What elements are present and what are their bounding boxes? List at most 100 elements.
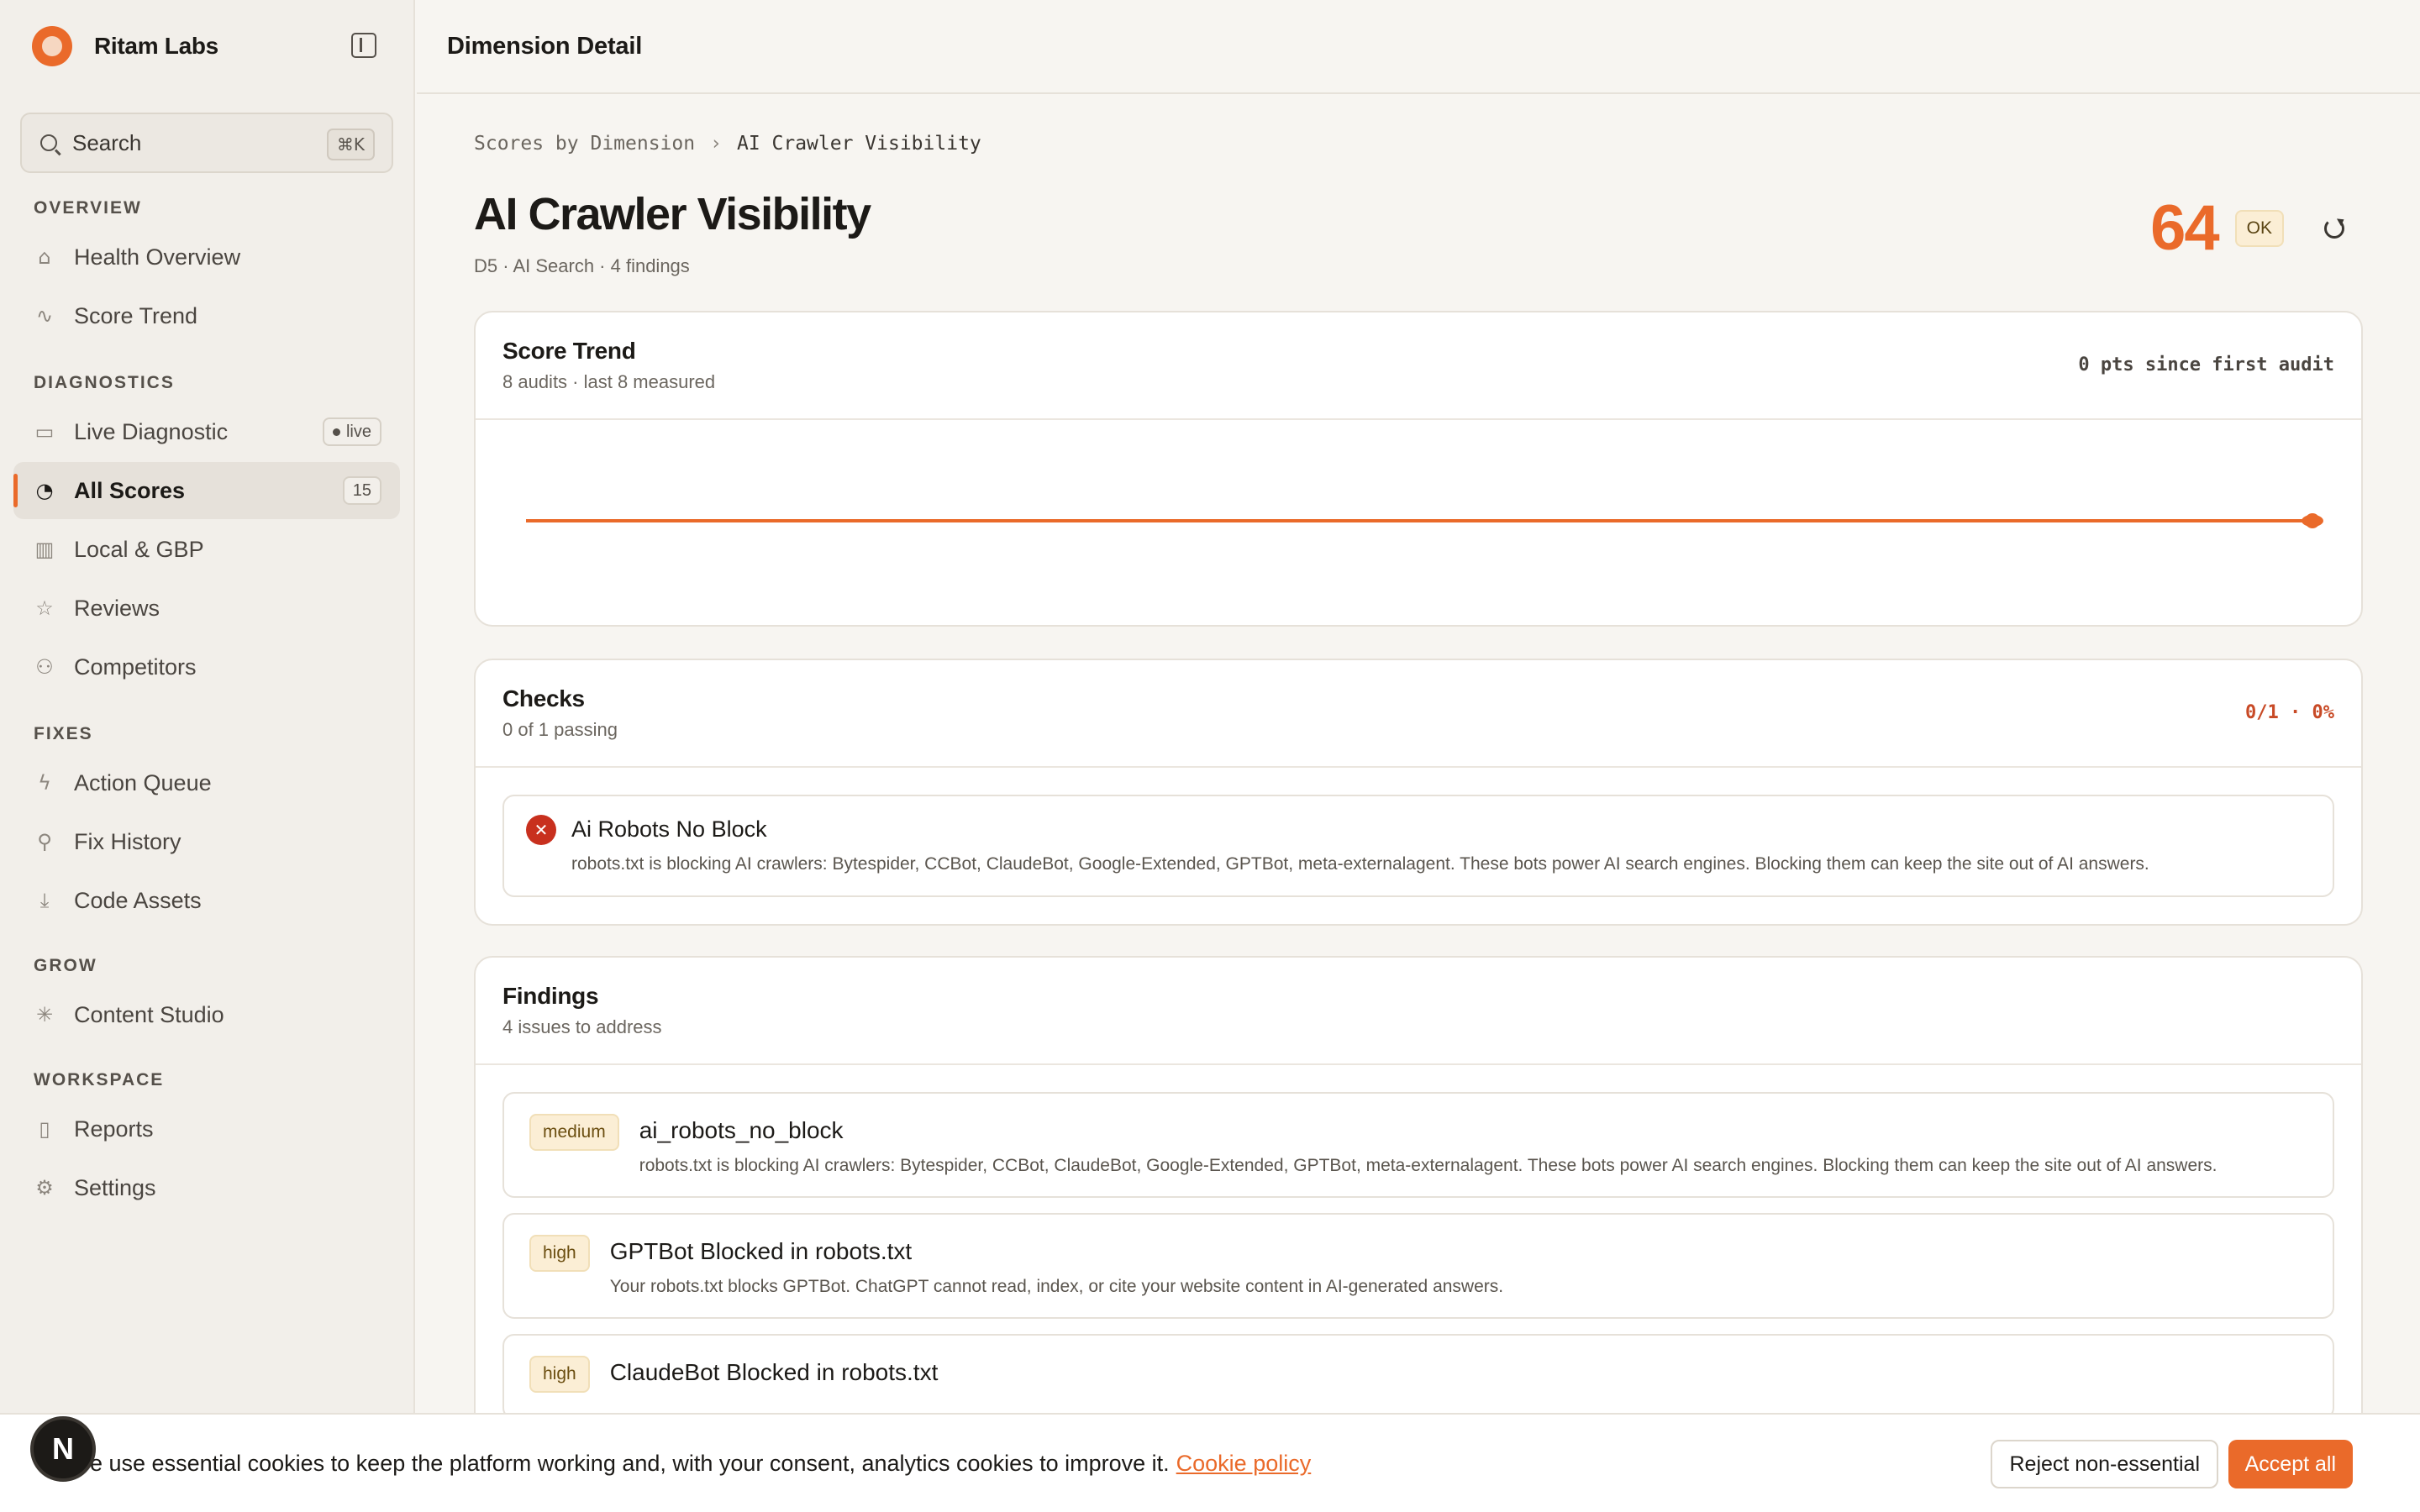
trend-latest-point — [2302, 515, 2323, 527]
sidebar-item-competitors[interactable]: ⚇ Competitors — [13, 638, 400, 696]
gauge-icon: ◔ — [35, 479, 54, 502]
severity-badge: high — [529, 1235, 590, 1272]
checks-subtitle: 0 of 1 passing — [502, 719, 618, 740]
brand-logo-icon — [32, 26, 72, 66]
sidebar-item-settings[interactable]: ⚙ Settings — [13, 1159, 400, 1216]
status-badge: OK — [2234, 209, 2284, 247]
sidebar-item-label: Local & GBP — [74, 536, 204, 562]
accept-all-button[interactable]: Accept all — [2228, 1440, 2353, 1488]
sidebar-item-score-trend[interactable]: ∿ Score Trend — [13, 287, 400, 344]
score-block: 64 OK — [2150, 192, 2344, 265]
finding-item[interactable]: medium ai_robots_no_block robots.txt is … — [502, 1092, 2334, 1198]
refresh-icon[interactable] — [2324, 218, 2344, 239]
reject-non-essential-button[interactable]: Reject non-essential — [1991, 1440, 2218, 1488]
sidebar: Ritam Labs Search ⌘K OVERVIEW ⌂ Health Ove… — [0, 0, 415, 1512]
sidebar-item-reviews[interactable]: ☆ Reviews — [13, 580, 400, 637]
badge-text: live — [345, 422, 371, 441]
sidebar-item-label: All Scores — [74, 477, 186, 503]
checks-title: Checks — [502, 685, 585, 711]
wrench-icon: ⚲ — [37, 830, 52, 853]
sidebar-collapse-icon[interactable] — [351, 33, 376, 58]
count-badge: 15 — [342, 476, 381, 505]
users-icon: ⚇ — [35, 655, 54, 679]
sidebar-item-all-scores[interactable]: ◔ All Scores 15 — [13, 462, 400, 519]
sidebar-item-label: Settings — [74, 1174, 156, 1200]
file-icon: ▯ — [39, 1117, 50, 1141]
score-trend-chart — [476, 420, 2361, 625]
home-icon: ⌂ — [38, 245, 51, 269]
brand: Ritam Labs — [0, 0, 413, 92]
download-icon: ⤓ — [39, 889, 50, 912]
sidebar-item-live-diagnostic[interactable]: ▭ Live Diagnostic live — [13, 403, 400, 460]
main-content: Scores by Dimension › AI Crawler Visibil… — [474, 94, 2363, 1436]
check-title: Ai Robots No Block — [571, 816, 767, 842]
search-label: Search — [72, 129, 142, 155]
topbar-title: Dimension Detail — [447, 32, 643, 60]
findings-list: medium ai_robots_no_block robots.txt is … — [476, 1065, 2361, 1420]
severity-badge: medium — [529, 1114, 619, 1151]
x-circle-icon: ✕ — [526, 815, 556, 845]
check-item[interactable]: ✕ Ai Robots No Block robots.txt is block… — [502, 795, 2334, 897]
score-trend-svg — [526, 513, 2323, 528]
live-badge: live — [322, 417, 381, 446]
star-icon: ☆ — [35, 596, 54, 620]
severity-badge: high — [529, 1356, 590, 1393]
map-icon: ▥ — [34, 538, 55, 561]
topbar: Dimension Detail — [417, 0, 2420, 94]
sidebar-item-label: Code Assets — [74, 887, 202, 913]
score-trend-subtitle: 8 audits · last 8 measured — [502, 371, 716, 392]
sidebar-item-health-overview[interactable]: ⌂ Health Overview — [13, 228, 400, 286]
findings-header: Findings 4 issues to address — [476, 958, 2361, 1065]
breadcrumb-current: AI Crawler Visibility — [736, 133, 981, 155]
badge-text: 15 — [352, 480, 371, 500]
gear-icon: ⚙ — [35, 1176, 54, 1200]
finding-title: ai_robots_no_block — [639, 1117, 844, 1143]
cookie-policy-link[interactable]: Cookie policy — [1176, 1451, 1312, 1476]
score-trend-title: Score Trend — [502, 338, 636, 364]
search-icon — [40, 134, 57, 151]
findings-title: Findings — [502, 983, 599, 1009]
sidebar-item-action-queue[interactable]: ϟ Action Queue — [13, 754, 400, 811]
findings-subtitle: 4 issues to address — [502, 1016, 662, 1037]
finding-title: GPTBot Blocked in robots.txt — [609, 1238, 913, 1264]
sidebar-item-label: Reports — [74, 1116, 154, 1142]
breadcrumb-parent-link[interactable]: Scores by Dimension — [474, 133, 695, 155]
sidebar-item-label: Score Trend — [74, 302, 198, 328]
checks-header: Checks 0 of 1 passing 0/1 · 0% — [476, 660, 2361, 768]
cookie-banner: We use essential cookies to keep the pla… — [0, 1413, 2420, 1512]
checks-card: Checks 0 of 1 passing 0/1 · 0% ✕ Ai Robo… — [474, 659, 2363, 926]
sidebar-item-fix-history[interactable]: ⚲ Fix History — [13, 813, 400, 870]
sidebar-item-label: Reviews — [74, 595, 160, 621]
finding-item[interactable]: high GPTBot Blocked in robots.txt Your r… — [502, 1213, 2334, 1319]
nav-section-title: WORKSPACE — [34, 1070, 165, 1089]
sidebar-item-local-gbp[interactable]: ▥ Local & GBP — [13, 521, 400, 578]
bot-icon: ▭ — [34, 420, 55, 444]
nav-section-title: GROW — [34, 956, 97, 975]
check-description: robots.txt is blocking AI crawlers: Byte… — [571, 854, 2149, 874]
finding-item[interactable]: high ClaudeBot Blocked in robots.txt — [502, 1334, 2334, 1420]
live-dot-icon — [332, 428, 340, 436]
sparkle-icon: ✳ — [35, 1003, 54, 1026]
nav-section-title: OVERVIEW — [34, 198, 142, 218]
search-input[interactable]: Search ⌘K — [20, 113, 393, 173]
brand-name: Ritam Labs — [94, 33, 218, 59]
sidebar-item-label: Content Studio — [74, 1001, 224, 1027]
cookie-message: We use essential cookies to keep the pla… — [69, 1450, 1170, 1476]
breadcrumb: Scores by Dimension › AI Crawler Visibil… — [474, 133, 2363, 155]
sidebar-item-label: Health Overview — [74, 244, 241, 270]
sidebar-nav: OVERVIEW ⌂ Health Overview ∿ Score Trend DIAG… — [0, 192, 413, 1216]
page-title: AI Crawler Visibility — [474, 189, 871, 239]
nav-section-title: FIXES — [34, 724, 93, 743]
finding-title: ClaudeBot Blocked in robots.txt — [609, 1359, 939, 1385]
score-trend-card: Score Trend 8 audits · last 8 measured 0… — [474, 311, 2363, 627]
avatar[interactable]: N — [30, 1416, 96, 1482]
sidebar-item-content-studio[interactable]: ✳ Content Studio — [13, 986, 400, 1043]
sidebar-item-label: Fix History — [74, 828, 182, 854]
checks-summary: 0/1 · 0% — [2245, 702, 2334, 723]
page-header: AI Crawler Visibility D5 · AI Search · 4… — [474, 188, 2363, 281]
finding-description: robots.txt is blocking AI crawlers: Byte… — [639, 1156, 2217, 1175]
sidebar-item-reports[interactable]: ▯ Reports — [13, 1100, 400, 1158]
score-value: 64 — [2150, 192, 2220, 264]
sidebar-item-code-assets[interactable]: ⤓ Code Assets — [13, 872, 400, 929]
sidebar-item-label: Competitors — [74, 654, 197, 680]
